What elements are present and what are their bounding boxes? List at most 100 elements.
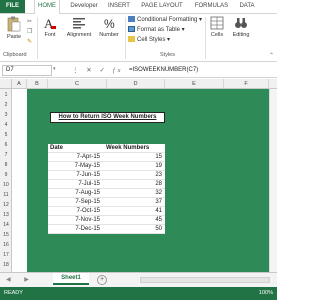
date-cell[interactable]: 7-Nov-15 — [75, 216, 100, 225]
vertical-scrollbar[interactable] — [269, 89, 277, 272]
week-number-cell[interactable]: 50 — [155, 225, 162, 234]
table-row: 7-Oct-15 41 — [48, 207, 165, 216]
table-header-row: Date Week Numbers — [48, 144, 165, 153]
column-header-c[interactable]: C — [48, 79, 107, 89]
chevron-down-icon[interactable]: ▾ — [53, 66, 56, 72]
paste-icon — [7, 16, 21, 32]
select-all-corner[interactable] — [0, 79, 12, 89]
column-header-b[interactable]: B — [27, 79, 48, 89]
horizontal-scrollbar[interactable] — [140, 277, 270, 283]
sheet-tab-bar: ◀ ▶ Sheet1 + — [0, 272, 277, 287]
date-cell[interactable]: 7-May-15 — [75, 162, 100, 171]
row-header-17[interactable]: 17 — [0, 250, 12, 260]
status-text: READY — [4, 290, 23, 296]
week-number-cell[interactable]: 45 — [155, 216, 162, 225]
week-number-cell[interactable]: 15 — [155, 153, 162, 162]
sheet-title: How to Return ISO Week Numbers — [50, 112, 165, 123]
alignment-button[interactable]: Alignment — [64, 16, 94, 38]
ribbon: Paste ✂ ❐ ✎ Clipboard A Font Alignment %… — [0, 14, 277, 62]
add-sheet-icon[interactable]: + — [97, 275, 107, 285]
date-cell[interactable]: 7-Aug-15 — [75, 189, 100, 198]
week-number-header: Week Numbers — [106, 145, 150, 151]
tab-insert[interactable]: INSERT — [106, 0, 132, 13]
paste-button[interactable]: Paste — [3, 16, 25, 40]
format-as-table-icon — [128, 26, 135, 32]
week-number-cell[interactable]: 41 — [155, 207, 162, 216]
collapse-ribbon-icon[interactable]: ⌃ — [269, 52, 274, 59]
tab-file[interactable]: FILE — [0, 0, 25, 13]
ribbon-tabs: FILE HOME Developer INSERT PAGE LAYOUT F… — [0, 0, 277, 14]
copy-icon[interactable]: ❐ — [27, 28, 32, 35]
clipboard-group-label: Clipboard — [3, 52, 27, 58]
row-header-10[interactable]: 10 — [0, 180, 12, 190]
row-header-18[interactable]: 18 — [0, 260, 12, 270]
week-number-cell[interactable]: 19 — [155, 162, 162, 171]
row-header: 1 2 3 4 5 6 7 8 9 10 11 12 13 14 15 16 17 18 — [0, 89, 12, 272]
row-header-6[interactable]: 6 — [0, 140, 12, 150]
cell-styles-button[interactable]: Cell Styles ▾ — [128, 36, 170, 45]
cut-icon[interactable]: ✂ — [27, 18, 32, 25]
styles-group-label: Styles — [160, 52, 175, 58]
week-number-cell[interactable]: 28 — [155, 180, 162, 189]
font-button[interactable]: A Font — [40, 16, 60, 38]
editing-group-label: Editing — [232, 32, 250, 38]
sheet-nav-arrows[interactable]: ◀ ▶ — [6, 276, 35, 283]
row-header-8[interactable]: 8 — [0, 160, 12, 170]
number-button[interactable]: % Number — [96, 16, 122, 38]
row-header-3[interactable]: 3 — [0, 110, 12, 120]
row-header-1[interactable]: 1 — [0, 90, 12, 100]
column-header: A B C D E F — [0, 79, 277, 89]
format-painter-icon[interactable]: ✎ — [27, 38, 32, 45]
zoom-level[interactable]: 100% — [259, 290, 273, 296]
status-bar: READY 100% — [0, 287, 277, 300]
row-header-12[interactable]: 12 — [0, 200, 12, 210]
tab-developer[interactable]: Developer — [66, 0, 102, 13]
conditional-formatting-label: Conditional Formatting — [137, 17, 198, 23]
binoculars-icon — [235, 18, 247, 28]
sheet-tab-sheet1[interactable]: Sheet1 — [53, 273, 89, 285]
column-header-d[interactable]: D — [107, 79, 165, 89]
week-number-cell[interactable]: 37 — [155, 198, 162, 207]
date-cell[interactable]: 7-Apr-15 — [77, 153, 100, 162]
name-box[interactable]: D7 — [2, 65, 52, 76]
date-cell[interactable]: 7-Jun-15 — [76, 171, 100, 180]
table-row: 7-Aug-15 32 — [48, 189, 165, 198]
row-header-15[interactable]: 15 — [0, 230, 12, 240]
row-header-11[interactable]: 11 — [0, 190, 12, 200]
column-header-e[interactable]: E — [165, 79, 224, 89]
date-cell[interactable]: 7-Sep-15 — [75, 198, 100, 207]
table-row: 7-Apr-15 15 — [48, 153, 165, 162]
row-header-9[interactable]: 9 — [0, 170, 12, 180]
formula-input[interactable]: =ISOWEEKNUMBER(C7) — [126, 65, 275, 76]
date-cell[interactable]: 7-Dec-15 — [75, 225, 100, 234]
formula-bar-buttons[interactable]: ⋮ ✕ ✓ fx — [72, 66, 124, 74]
tab-page-layout[interactable]: PAGE LAYOUT — [138, 0, 186, 13]
row-header-7[interactable]: 7 — [0, 150, 12, 160]
date-cell[interactable]: 7-Oct-15 — [77, 207, 100, 216]
cells-button[interactable]: Cells — [208, 16, 226, 38]
row-header-5[interactable]: 5 — [0, 130, 12, 140]
row-header-4[interactable]: 4 — [0, 120, 12, 130]
row-header-14[interactable]: 14 — [0, 220, 12, 230]
conditional-formatting-button[interactable]: Conditional Formatting ▾ — [128, 16, 202, 25]
row-header-16[interactable]: 16 — [0, 240, 12, 250]
format-as-table-button[interactable]: Format as Table ▾ — [128, 26, 185, 35]
worksheet-grid[interactable]: How to Return ISO Week Numbers Date Week… — [12, 89, 277, 272]
cells-group-label: Cells — [210, 32, 224, 38]
font-icon: A — [44, 16, 56, 30]
tab-formulas[interactable]: FORMULAS — [194, 0, 229, 13]
column-header-f[interactable]: F — [224, 79, 269, 89]
row-header-13[interactable]: 13 — [0, 210, 12, 220]
row-header-2[interactable]: 2 — [0, 100, 12, 110]
table-row: 7-Jun-15 23 — [48, 171, 165, 180]
editing-button[interactable]: Editing — [230, 16, 252, 38]
week-number-cell[interactable]: 32 — [155, 189, 162, 198]
alignment-group-label: Alignment — [66, 32, 92, 38]
tab-home[interactable]: HOME — [34, 0, 60, 14]
date-cell[interactable]: 7-Jul-15 — [78, 180, 100, 189]
week-number-cell[interactable]: 23 — [155, 171, 162, 180]
table-row: 7-Dec-15 50 — [48, 225, 165, 234]
tab-data[interactable]: DATA — [237, 0, 257, 13]
format-as-table-label: Format as Table — [137, 27, 180, 33]
column-header-a[interactable]: A — [12, 79, 27, 89]
